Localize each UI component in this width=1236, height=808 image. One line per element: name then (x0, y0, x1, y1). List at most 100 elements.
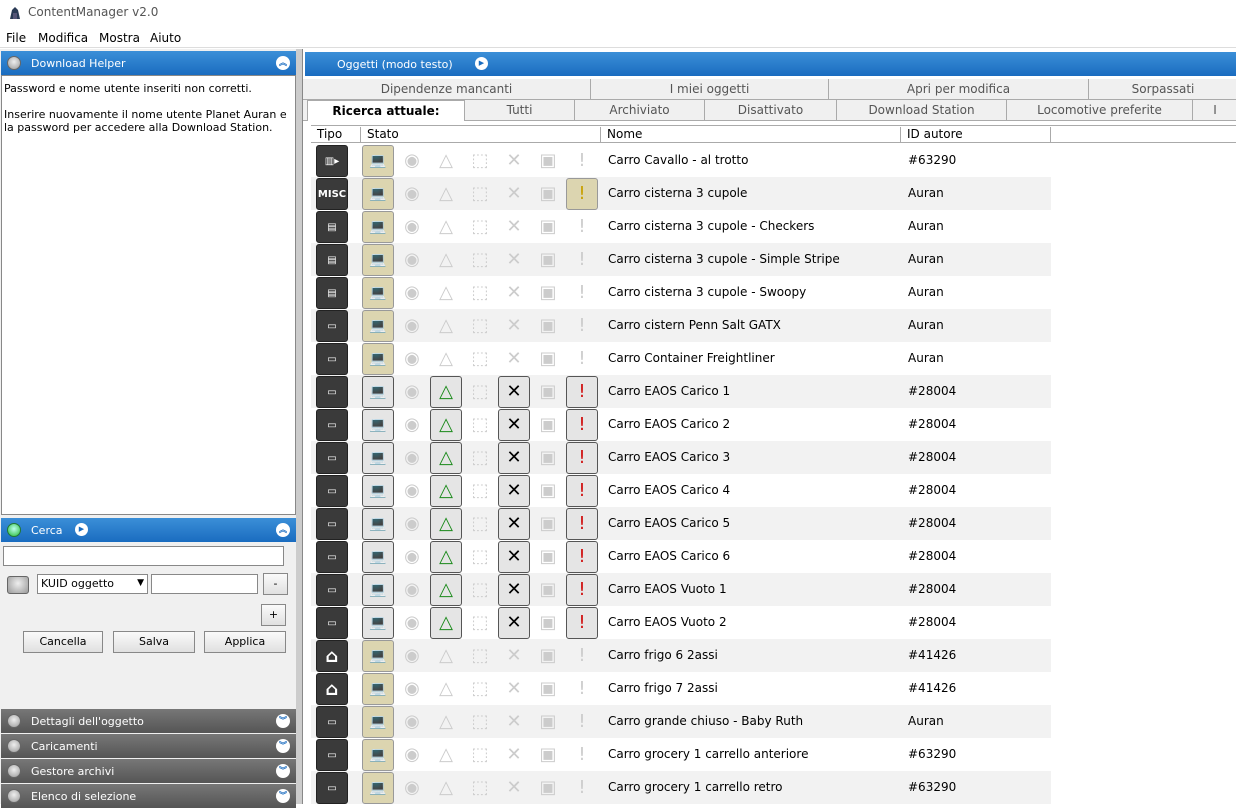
warning-icon: △ (430, 508, 462, 540)
tab-obsolete[interactable]: Sorpassati (1089, 79, 1236, 100)
table-row[interactable]: ▤ 💻 ◉ △ ⬚ ✕ ▣! Carro cisterna 3 cupole - Simple… (311, 243, 1051, 276)
play-arrow-icon[interactable]: ▶ (75, 523, 88, 536)
package-icon: ⬚ (471, 480, 489, 501)
table-row[interactable]: ▭ 💻 ◉ △ ⬚ ✕ ▣! Carro Container Freightliner Aura… (311, 342, 1051, 375)
tab-disabled[interactable]: Disattivato (705, 100, 837, 121)
tab-favorite-locos[interactable]: Locomotive preferite (1007, 100, 1193, 121)
download-helper-header[interactable]: Download Helper ︽ (1, 51, 296, 75)
save-button[interactable]: Salva (113, 631, 195, 653)
warning-icon: △ (439, 711, 453, 732)
disc-icon: ◉ (404, 579, 420, 600)
disc-icon: ◉ (404, 612, 420, 633)
left-panel: Download Helper ︽ Password e nome utente… (0, 49, 298, 808)
table-row[interactable]: ▭ 💻 ◉ △ ⬚ ✕ ▣! Carro grande chiuso - Baby Ruth A… (311, 705, 1051, 738)
table-row[interactable]: ▤ 💻 ◉ △ ⬚ ✕ ▣! Carro cisterna 3 cupole - Checke… (311, 210, 1051, 243)
menu-file[interactable]: File (6, 31, 26, 45)
package-icon: ⬚ (471, 216, 489, 237)
table-row[interactable]: ▥▸ 💻 ◉ △ ⬚ ✕ ▣! Carro Cavallo - al trotto #63290 (311, 144, 1051, 177)
tab-more[interactable]: I (1193, 100, 1236, 121)
error-icon: ! (578, 282, 586, 303)
author-id: #28004 (908, 483, 957, 497)
tab-download-station[interactable]: Download Station (837, 100, 1007, 121)
table-row[interactable]: ⌂ 💻 ◉ △ ⬚ ✕ ▣! Carro frigo 6 2assi #41426 (311, 639, 1051, 672)
warning-icon: △ (430, 442, 462, 474)
wagon-type-icon: ▭ (316, 409, 348, 441)
warning-icon: △ (439, 348, 453, 369)
table-row[interactable]: ▭ 💻 ◉ △ ⬚ ✕ ▣! Carro EAOS Vuoto 1 #28004 (311, 573, 1051, 606)
table-row[interactable]: ▭ 💻 ◉ △ ⬚ ✕ ▣! Carro cistern Penn Salt GATX Aura… (311, 309, 1051, 342)
status-led-icon (7, 714, 21, 728)
copy-icon: ▣ (539, 612, 557, 633)
table-row[interactable]: ▭ 💻 ◉ △ ⬚ ✕ ▣! Carro EAOS Vuoto 2 #28004 (311, 606, 1051, 639)
col-stato[interactable]: Stato (361, 127, 601, 143)
col-autore[interactable]: ID autore (901, 127, 1051, 143)
menu-mostra[interactable]: Mostra (99, 31, 140, 45)
error-icon: ! (578, 348, 586, 369)
uploads-panel-header[interactable]: Caricamenti ︾ (1, 734, 296, 758)
installed-icon: 💻 (362, 772, 394, 804)
table-row[interactable]: ▭ 💻 ◉ △ ⬚ ✕ ▣! Carro EAOS Carico 1 #28004 (311, 375, 1051, 408)
play-arrow-icon[interactable]: ▶ (475, 57, 488, 70)
installed-icon: 💻 (362, 442, 394, 474)
package-icon: ⬚ (471, 447, 489, 468)
add-criterion-button[interactable]: + (261, 604, 286, 626)
download-helper-title: Download Helper (31, 57, 126, 70)
tab-my-objects[interactable]: I miei oggetti (591, 79, 829, 100)
package-icon: ⬚ (471, 711, 489, 732)
table-row[interactable]: ⌂ 💻 ◉ △ ⬚ ✕ ▣! Carro frigo 7 2assi #41426 (311, 672, 1051, 705)
toggle-icon[interactable] (7, 576, 29, 594)
apply-button[interactable]: Applica (204, 631, 286, 653)
col-nome[interactable]: Nome (601, 127, 901, 143)
collapse-icon[interactable]: ︽ (276, 523, 290, 537)
col-tipo[interactable]: Tipo (311, 127, 361, 143)
error-icon: ! (566, 178, 598, 210)
table-row[interactable]: ▭ 💻 ◉ △ ⬚ ✕ ▣! Carro EAOS Carico 6 #28004 (311, 540, 1051, 573)
status-led-icon (7, 739, 21, 753)
tab-open-edit[interactable]: Apri per modifica (829, 79, 1089, 100)
tab-archived[interactable]: Archiviato (575, 100, 705, 121)
download-helper-body: Password e nome utente inseriti non corr… (1, 75, 296, 515)
details-panel-header[interactable]: Dettagli dell'oggetto ︾ (1, 709, 296, 733)
search-input[interactable] (3, 546, 284, 566)
package-icon: ⬚ (471, 348, 489, 369)
kuid-select[interactable]: KUID oggetto ▼ (37, 574, 148, 594)
expand-icon[interactable]: ︾ (276, 714, 290, 728)
author-id: #41426 (908, 681, 957, 695)
remove-criterion-button[interactable]: - (263, 573, 288, 595)
tab-all[interactable]: Tutti (465, 100, 575, 121)
collapse-icon[interactable]: ︽ (276, 56, 290, 70)
house-type-icon: ⌂ (316, 673, 348, 705)
table-row[interactable]: ▭ 💻 ◉ △ ⬚ ✕ ▣! Carro EAOS Carico 2 #28004 (311, 408, 1051, 441)
cancel-button[interactable]: Cancella (23, 631, 103, 653)
search-header[interactable]: Cerca ▶ ︽ (1, 518, 296, 542)
selection-panel-header[interactable]: Elenco di selezione ︾ (1, 784, 296, 808)
kuid-value-input[interactable] (151, 574, 258, 594)
copy-icon: ▣ (539, 546, 557, 567)
expand-icon[interactable]: ︾ (276, 789, 290, 803)
installed-icon: 💻 (362, 409, 394, 441)
copy-icon: ▣ (539, 711, 557, 732)
tools-icon: ✕ (506, 744, 522, 765)
menu-modifica[interactable]: Modifica (38, 31, 88, 45)
archive-panel-header[interactable]: Gestore archivi ︾ (1, 759, 296, 783)
object-name: Carro EAOS Carico 4 (608, 483, 731, 497)
table-row[interactable]: ▤ 💻 ◉ △ ⬚ ✕ ▣! Carro cisterna 3 cupole - Swoopy… (311, 276, 1051, 309)
table-row[interactable]: ▭ 💻 ◉ △ ⬚ ✕ ▣! Carro EAOS Carico 5 #28004 (311, 507, 1051, 540)
warning-icon: △ (430, 409, 462, 441)
table-row[interactable]: ▭ 💻 ◉ △ ⬚ ✕ ▣! Carro grocery 1 carrello anterio… (311, 738, 1051, 771)
tab-current-search[interactable]: Ricerca attuale: (307, 100, 465, 121)
author-id: Auran (908, 252, 944, 266)
status-led-icon (7, 764, 21, 778)
table-row[interactable]: ▭ 💻 ◉ △ ⬚ ✕ ▣! Carro EAOS Carico 3 #28004 (311, 441, 1051, 474)
tab-missing-deps[interactable]: Dipendenze mancanti (303, 79, 591, 100)
expand-icon[interactable]: ︾ (276, 739, 290, 753)
menu-aiuto[interactable]: Aiuto (150, 31, 181, 45)
message-line: la password per accedere alla Download S… (4, 121, 273, 134)
wagon-type-icon: ▭ (316, 706, 348, 738)
tab-row-2: Ricerca attuale: Tutti Archiviato Disatt… (303, 100, 1236, 121)
table-row[interactable]: ▭ 💻 ◉ △ ⬚ ✕ ▣! Carro grocery 1 carrello retro #6… (311, 771, 1051, 804)
expand-icon[interactable]: ︾ (276, 764, 290, 778)
table-row[interactable]: MISC 💻 ◉ △ ⬚ ✕ ▣! Carro cisterna 3 cupole Auran (311, 177, 1051, 210)
table-row[interactable]: ▭ 💻 ◉ △ ⬚ ✕ ▣! Carro EAOS Carico 4 #28004 (311, 474, 1051, 507)
tools-icon: ✕ (506, 282, 522, 303)
